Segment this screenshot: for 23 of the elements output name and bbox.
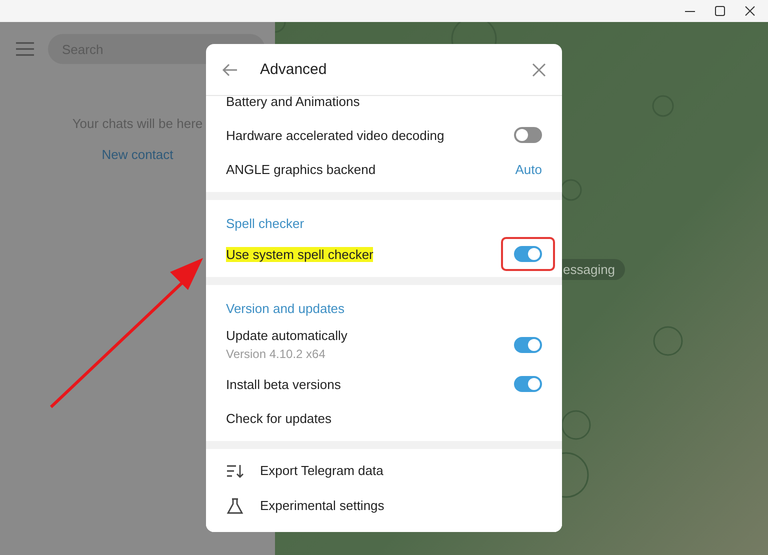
menu-icon[interactable] [16,42,34,56]
setting-value[interactable]: Auto [515,162,542,176]
version-text: Version 4.10.2 x64 [226,347,326,361]
setting-label: Hardware accelerated video decoding [226,128,444,142]
maximize-icon[interactable] [714,5,726,17]
back-arrow-icon[interactable] [222,62,238,76]
menu-item[interactable]: Export Telegram data [260,463,384,478]
dialog-title: Advanced [260,61,328,78]
setting-label: Update automatically [226,328,348,343]
toggle-switch[interactable] [514,246,542,262]
section-header: Version and updates [226,301,345,316]
menu-item[interactable]: Experimental settings [260,498,384,513]
section-header: Spell checker [226,216,304,231]
setting-label: Battery and Animations [226,96,360,108]
toggle-switch[interactable] [514,336,542,352]
flask-icon [226,498,244,514]
setting-label: Check for updates [226,410,332,426]
setting-label: Install beta versions [226,376,341,392]
toggle-switch[interactable] [514,127,542,143]
close-icon[interactable] [744,5,756,17]
setting-label: ANGLE graphics backend [226,162,376,176]
sort-list-icon [226,462,244,478]
toggle-switch[interactable] [514,376,542,392]
